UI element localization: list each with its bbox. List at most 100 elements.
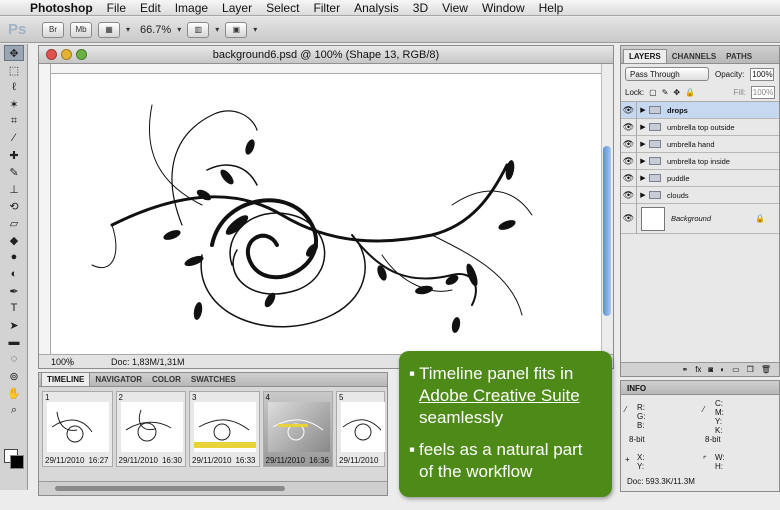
- stamp-tool-icon[interactable]: ⊥: [4, 181, 24, 197]
- zoom-tool-icon[interactable]: ⌕: [4, 402, 24, 418]
- fx-icon[interactable]: fx: [695, 365, 701, 374]
- eye-icon[interactable]: 👁: [621, 169, 637, 187]
- layer-row[interactable]: 👁 ▶ umbrella hand: [621, 135, 779, 153]
- menu-view[interactable]: View: [442, 1, 468, 15]
- eye-icon[interactable]: 👁: [621, 118, 637, 136]
- tab-layers[interactable]: LAYERS: [623, 49, 667, 63]
- path-select-tool-icon[interactable]: ➤: [4, 317, 24, 333]
- timeline-frame[interactable]: 1 29/11/2010 16:27: [42, 391, 113, 467]
- brush-tool-icon[interactable]: ✎: [4, 164, 24, 180]
- disclosure-icon[interactable]: ▶: [637, 157, 649, 165]
- menu-edit[interactable]: Edit: [140, 1, 161, 15]
- eyedropper-tool-icon[interactable]: ⁄: [4, 130, 24, 146]
- layer-row[interactable]: 👁 ▶ clouds: [621, 186, 779, 204]
- zoom-level[interactable]: 66.7%: [140, 24, 171, 36]
- fill-field[interactable]: 100%: [751, 86, 775, 99]
- background-color-swatch[interactable]: [10, 455, 24, 469]
- eye-icon[interactable]: 👁: [621, 101, 637, 119]
- disclosure-icon[interactable]: ▶: [637, 123, 649, 131]
- layer-row-background[interactable]: 👁 Background 🔒: [621, 203, 779, 234]
- menu-app-name[interactable]: Photoshop: [30, 1, 93, 15]
- vertical-scrollbar[interactable]: [601, 64, 613, 354]
- blend-mode-select[interactable]: Pass Through: [625, 67, 709, 81]
- tab-channels[interactable]: CHANNELS: [667, 50, 721, 63]
- menu-image[interactable]: Image: [175, 1, 208, 15]
- eye-icon[interactable]: 👁: [621, 203, 637, 234]
- tab-swatches[interactable]: SWATCHES: [186, 373, 241, 386]
- bridge-button[interactable]: Br: [42, 21, 64, 38]
- healing-tool-icon[interactable]: ✚: [4, 147, 24, 163]
- link-layers-icon[interactable]: ⚭: [681, 365, 688, 374]
- timeline-scrollbar[interactable]: [55, 486, 285, 491]
- timeline-frame[interactable]: 3 29/11/2010 16:33: [189, 391, 260, 467]
- lock-pixels-icon[interactable]: ✎: [662, 88, 669, 97]
- history-brush-icon[interactable]: ⟲: [4, 198, 24, 214]
- 3d-rotate-tool-icon[interactable]: ◌: [4, 351, 24, 367]
- document-canvas[interactable]: [52, 75, 602, 355]
- timeline-frame[interactable]: 2 29/11/2010 16:30: [115, 391, 186, 467]
- layer-row[interactable]: 👁 ▶ puddle: [621, 169, 779, 187]
- arrange-documents-button[interactable]: ▥: [187, 21, 210, 38]
- disclosure-icon[interactable]: ▶: [637, 140, 649, 148]
- timeline-frame[interactable]: 4 29/11/2010 16:36: [262, 391, 333, 467]
- ruler-vertical[interactable]: [39, 64, 51, 354]
- disclosure-icon[interactable]: ▶: [637, 106, 649, 114]
- minibridge-button[interactable]: Mb: [70, 21, 92, 38]
- mask-icon[interactable]: ◙: [708, 365, 713, 374]
- menu-help[interactable]: Help: [539, 1, 564, 15]
- layer-row[interactable]: 👁 ▶ umbrella top inside: [621, 152, 779, 170]
- type-tool-icon[interactable]: T: [4, 300, 24, 316]
- eye-icon[interactable]: 👁: [621, 186, 637, 204]
- scrollbar-thumb[interactable]: [603, 146, 611, 316]
- status-zoom[interactable]: 100%: [39, 356, 74, 367]
- disclosure-icon[interactable]: ▶: [637, 191, 649, 199]
- menu-layer[interactable]: Layer: [222, 1, 252, 15]
- magic-wand-tool-icon[interactable]: ✶: [4, 96, 24, 112]
- menu-filter[interactable]: Filter: [313, 1, 340, 15]
- tab-paths[interactable]: PATHS: [721, 50, 757, 63]
- tab-color[interactable]: COLOR: [147, 373, 186, 386]
- menu-3d[interactable]: 3D: [413, 1, 428, 15]
- status-doc-size[interactable]: Doc: 1,83M/1,31M: [111, 357, 185, 367]
- shape-tool-icon[interactable]: ▬: [4, 334, 24, 350]
- eye-icon[interactable]: 👁: [621, 135, 637, 153]
- lock-transparent-icon[interactable]: ▢: [649, 88, 657, 97]
- dodge-tool-icon[interactable]: ◐: [4, 266, 24, 282]
- timeline-frame[interactable]: 5 29/11/2010: [336, 391, 385, 467]
- new-layer-icon[interactable]: ❐: [747, 365, 754, 374]
- view-extras-button[interactable]: ▦: [98, 21, 120, 38]
- blur-tool-icon[interactable]: ●: [4, 249, 24, 265]
- trash-icon[interactable]: 🗑: [761, 365, 771, 374]
- callout-link[interactable]: Adobe Creative Suite: [419, 385, 580, 407]
- lock-position-icon[interactable]: ✥: [673, 88, 680, 97]
- bucket-tool-icon[interactable]: ◆: [4, 232, 24, 248]
- eraser-tool-icon[interactable]: ▱: [4, 215, 24, 231]
- layer-row[interactable]: 👁 ▶ umbrella top outside: [621, 118, 779, 136]
- menu-analysis[interactable]: Analysis: [354, 1, 399, 15]
- lock-all-icon[interactable]: 🔒: [685, 88, 695, 97]
- marquee-tool-icon[interactable]: ⬚: [4, 62, 24, 78]
- chevron-down-icon[interactable]: ▾: [177, 25, 181, 34]
- eye-icon[interactable]: 👁: [621, 152, 637, 170]
- adjustment-icon[interactable]: ◐: [720, 365, 725, 374]
- chevron-down-icon[interactable]: ▾: [253, 25, 257, 34]
- menu-window[interactable]: Window: [482, 1, 525, 15]
- menu-file[interactable]: File: [107, 1, 126, 15]
- disclosure-icon[interactable]: ▶: [637, 174, 649, 182]
- new-group-icon[interactable]: ▭: [732, 365, 740, 374]
- menu-select[interactable]: Select: [266, 1, 299, 15]
- lasso-tool-icon[interactable]: ℓ: [4, 79, 24, 95]
- tab-navigator[interactable]: NAVIGATOR: [90, 373, 147, 386]
- info-title[interactable]: INFO: [621, 381, 779, 395]
- chevron-down-icon[interactable]: ▾: [126, 25, 130, 34]
- ruler-horizontal[interactable]: [51, 64, 601, 74]
- pen-tool-icon[interactable]: ✒: [4, 283, 24, 299]
- opacity-field[interactable]: 100%: [750, 67, 775, 81]
- crop-tool-icon[interactable]: ⌗: [4, 113, 24, 129]
- document-title-bar[interactable]: background6.psd @ 100% (Shape 13, RGB/8): [39, 46, 613, 64]
- tab-timeline[interactable]: TIMELINE: [41, 372, 91, 386]
- hand-tool-icon[interactable]: ✋: [4, 385, 24, 401]
- 3d-orbit-tool-icon[interactable]: ⊚: [4, 368, 24, 384]
- layer-row[interactable]: 👁 ▶ drops: [621, 101, 779, 119]
- screen-mode-button[interactable]: ▣: [225, 21, 248, 38]
